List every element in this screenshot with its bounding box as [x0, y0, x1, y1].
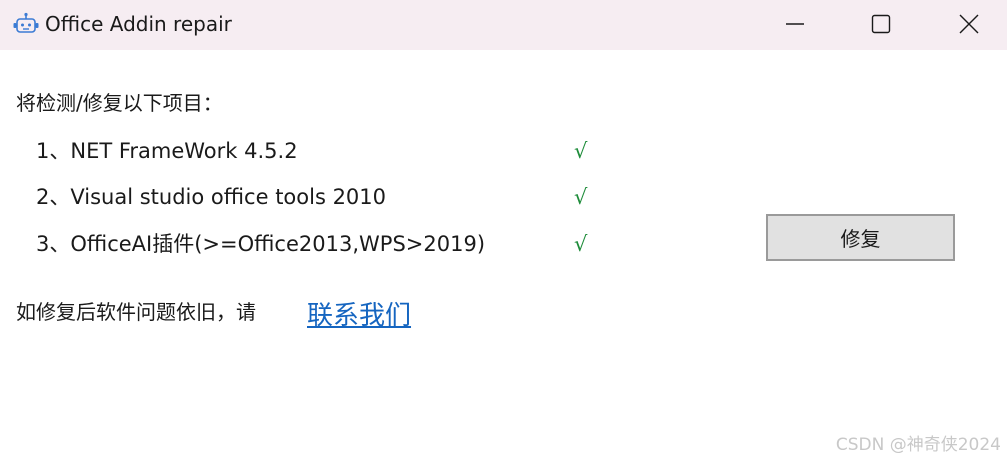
check-item-status: √: [574, 139, 588, 163]
check-item-status: √: [574, 185, 588, 209]
maximize-icon: [871, 14, 891, 34]
check-item-label: 2、Visual studio office tools 2010: [36, 185, 387, 209]
contact-us-link[interactable]: 联系我们: [307, 298, 411, 334]
minimize-button[interactable]: [751, 0, 839, 48]
close-icon: [959, 14, 979, 34]
repair-button[interactable]: 修复: [766, 214, 955, 261]
robot-icon: [12, 12, 40, 36]
maximize-button[interactable]: [837, 0, 925, 48]
repair-window: Office Addin repair 将检测/修复以下项目： 1、NET Fr…: [0, 0, 1007, 464]
title-bar[interactable]: Office Addin repair: [0, 0, 1007, 50]
window-title: Office Addin repair: [45, 12, 232, 36]
check-item-status: √: [574, 232, 588, 256]
minimize-icon: [785, 14, 805, 34]
footer-text: 如修复后软件问题依旧，请: [16, 300, 256, 324]
check-item-label: 1、NET FrameWork 4.5.2: [36, 139, 298, 163]
close-button[interactable]: [925, 0, 1007, 48]
watermark: CSDN @神奇侠2024: [835, 435, 1001, 455]
check-item-label: 3、OfficeAI插件(>=Office2013,WPS>2019): [36, 232, 486, 256]
intro-text: 将检测/修复以下项目：: [16, 91, 223, 115]
